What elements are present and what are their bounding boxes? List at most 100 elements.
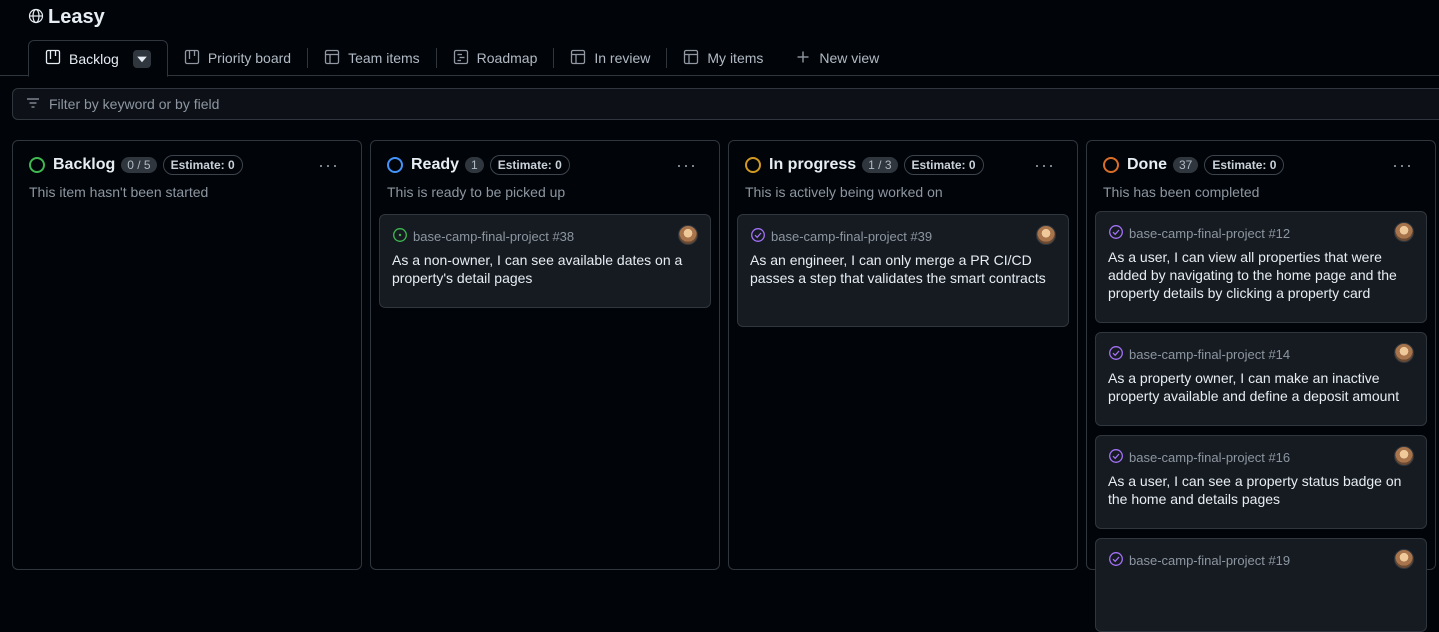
tab-label: In review bbox=[594, 50, 651, 66]
tab-label: Backlog bbox=[69, 50, 119, 67]
card-repo-label[interactable]: base-camp-final-project #39 bbox=[771, 229, 932, 244]
card-title[interactable]: As a property owner, I can make an inact… bbox=[1108, 369, 1412, 405]
new-view-button[interactable]: New view bbox=[779, 40, 895, 76]
card-repo-label[interactable]: base-camp-final-project #12 bbox=[1129, 226, 1290, 241]
card-repo-label[interactable]: base-camp-final-project #19 bbox=[1129, 553, 1290, 568]
column-description: This item hasn't been started bbox=[29, 184, 209, 200]
assignee-avatar[interactable] bbox=[1036, 225, 1056, 245]
table-icon bbox=[324, 49, 340, 68]
tab-my-items[interactable]: My items bbox=[667, 40, 779, 76]
card-repo-label[interactable]: base-camp-final-project #14 bbox=[1129, 347, 1290, 362]
status-circle-icon bbox=[745, 157, 761, 173]
project-title[interactable]: Leasy bbox=[48, 6, 105, 29]
assignee-avatar[interactable] bbox=[1394, 549, 1414, 569]
view-options-button[interactable] bbox=[132, 49, 151, 68]
issue-closed-icon bbox=[750, 227, 766, 246]
roadmap-icon bbox=[453, 49, 469, 68]
estimate-badge: Estimate: 0 bbox=[903, 155, 984, 175]
tab-label: Roadmap bbox=[476, 50, 538, 66]
assignee-avatar[interactable] bbox=[1394, 343, 1414, 363]
issue-card[interactable]: base-camp-final-project #14 As a propert… bbox=[1095, 332, 1427, 426]
column-description: This is actively being worked on bbox=[745, 184, 943, 200]
status-circle-icon bbox=[1103, 157, 1119, 173]
tab-team-items[interactable]: Team items bbox=[308, 40, 436, 76]
issue-open-icon bbox=[392, 227, 408, 246]
tab-label: Team items bbox=[348, 50, 420, 66]
issue-card[interactable]: base-camp-final-project #19 bbox=[1095, 538, 1427, 632]
issue-card[interactable]: base-camp-final-project #38 As a non-own… bbox=[379, 214, 711, 308]
issue-card[interactable]: base-camp-final-project #12 As a user, I… bbox=[1095, 211, 1427, 323]
column-description: This has been completed bbox=[1103, 184, 1260, 200]
assignee-avatar[interactable] bbox=[1394, 446, 1414, 466]
card-repo: base-camp-final-project #16 bbox=[1108, 448, 1290, 467]
tab-roadmap[interactable]: Roadmap bbox=[437, 40, 554, 76]
issue-card[interactable]: base-camp-final-project #39 As an engine… bbox=[737, 214, 1069, 327]
column-header: Ready 1 Estimate: 0 bbox=[387, 155, 570, 175]
card-title[interactable]: As a non-owner, I can see available date… bbox=[392, 251, 696, 287]
card-repo-label[interactable]: base-camp-final-project #16 bbox=[1129, 450, 1290, 465]
board-icon bbox=[45, 49, 61, 68]
filter-bar[interactable]: Filter by keyword or by field bbox=[12, 88, 1439, 120]
column-done: Done 37 Estimate: 0 ··· This has been co… bbox=[1086, 140, 1436, 632]
column-title: In progress bbox=[769, 156, 857, 173]
column-menu-button[interactable]: ··· bbox=[318, 155, 339, 176]
card-repo: base-camp-final-project #39 bbox=[750, 227, 932, 246]
assignee-avatar[interactable] bbox=[678, 225, 698, 245]
filter-icon bbox=[25, 95, 41, 114]
tab-label: New view bbox=[819, 50, 880, 66]
tab-label: My items bbox=[707, 50, 764, 66]
column-backlog: Backlog 0 / 5 Estimate: 0 ··· This item … bbox=[12, 140, 362, 570]
column-menu-button[interactable]: ··· bbox=[676, 155, 697, 176]
issue-card[interactable]: base-camp-final-project #16 As a user, I… bbox=[1095, 435, 1427, 529]
item-count-badge: 1 / 3 bbox=[862, 157, 898, 173]
project-header: Leasy Backlog Priority board Team items … bbox=[0, 0, 1439, 77]
table-icon bbox=[570, 49, 586, 68]
view-tabs: Backlog Priority board Team items Roadma… bbox=[28, 40, 895, 77]
kebab-horizontal-icon: ··· bbox=[676, 155, 697, 175]
assignee-avatar[interactable] bbox=[1394, 222, 1414, 242]
card-repo: base-camp-final-project #14 bbox=[1108, 345, 1290, 364]
filter-placeholder: Filter by keyword or by field bbox=[49, 96, 220, 112]
column-in-progress: In progress 1 / 3 Estimate: 0 ··· This i… bbox=[728, 140, 1078, 570]
table-icon bbox=[683, 49, 699, 68]
column-menu-button[interactable]: ··· bbox=[1392, 155, 1413, 176]
status-circle-icon bbox=[29, 157, 45, 173]
column-header: Backlog 0 / 5 Estimate: 0 bbox=[29, 155, 243, 175]
column-header: In progress 1 / 3 Estimate: 0 bbox=[745, 155, 984, 175]
card-title[interactable]: As a user, I can view all properties tha… bbox=[1108, 248, 1412, 302]
item-count-badge: 1 bbox=[465, 157, 484, 173]
column-ready: Ready 1 Estimate: 0 ··· This is ready to… bbox=[370, 140, 720, 570]
column-title: Ready bbox=[411, 156, 460, 173]
card-title[interactable]: As a user, I can see a property status b… bbox=[1108, 472, 1412, 508]
kebab-horizontal-icon: ··· bbox=[1392, 155, 1413, 175]
board-icon bbox=[184, 49, 200, 68]
tab-in-review[interactable]: In review bbox=[554, 40, 666, 76]
tab-backlog[interactable]: Backlog bbox=[28, 40, 168, 77]
plus-icon bbox=[795, 49, 811, 68]
card-repo-label[interactable]: base-camp-final-project #38 bbox=[413, 229, 574, 244]
card-title[interactable]: As an engineer, I can only merge a PR CI… bbox=[750, 251, 1054, 287]
column-header: Done 37 Estimate: 0 bbox=[1103, 155, 1285, 175]
tab-priority-board[interactable]: Priority board bbox=[168, 40, 307, 76]
tab-label: Priority board bbox=[207, 50, 292, 66]
column-title: Done bbox=[1127, 156, 1167, 173]
issue-closed-icon bbox=[1108, 224, 1124, 243]
status-circle-icon bbox=[387, 157, 403, 173]
estimate-badge: Estimate: 0 bbox=[1204, 155, 1285, 175]
project-title-row: Leasy bbox=[28, 6, 105, 29]
column-description: This is ready to be picked up bbox=[387, 184, 566, 200]
kebab-horizontal-icon: ··· bbox=[318, 155, 339, 175]
column-menu-button[interactable]: ··· bbox=[1034, 155, 1055, 176]
triangle-down-icon bbox=[137, 56, 147, 62]
card-repo: base-camp-final-project #38 bbox=[392, 227, 574, 246]
estimate-badge: Estimate: 0 bbox=[162, 155, 243, 175]
estimate-badge: Estimate: 0 bbox=[489, 155, 570, 175]
kebab-horizontal-icon: ··· bbox=[1034, 155, 1055, 175]
card-repo: base-camp-final-project #19 bbox=[1108, 551, 1290, 570]
issue-closed-icon bbox=[1108, 345, 1124, 364]
card-repo: base-camp-final-project #12 bbox=[1108, 224, 1290, 243]
column-title: Backlog bbox=[53, 156, 116, 173]
issue-closed-icon bbox=[1108, 448, 1124, 467]
issue-closed-icon bbox=[1108, 551, 1124, 570]
globe-icon bbox=[28, 8, 44, 27]
